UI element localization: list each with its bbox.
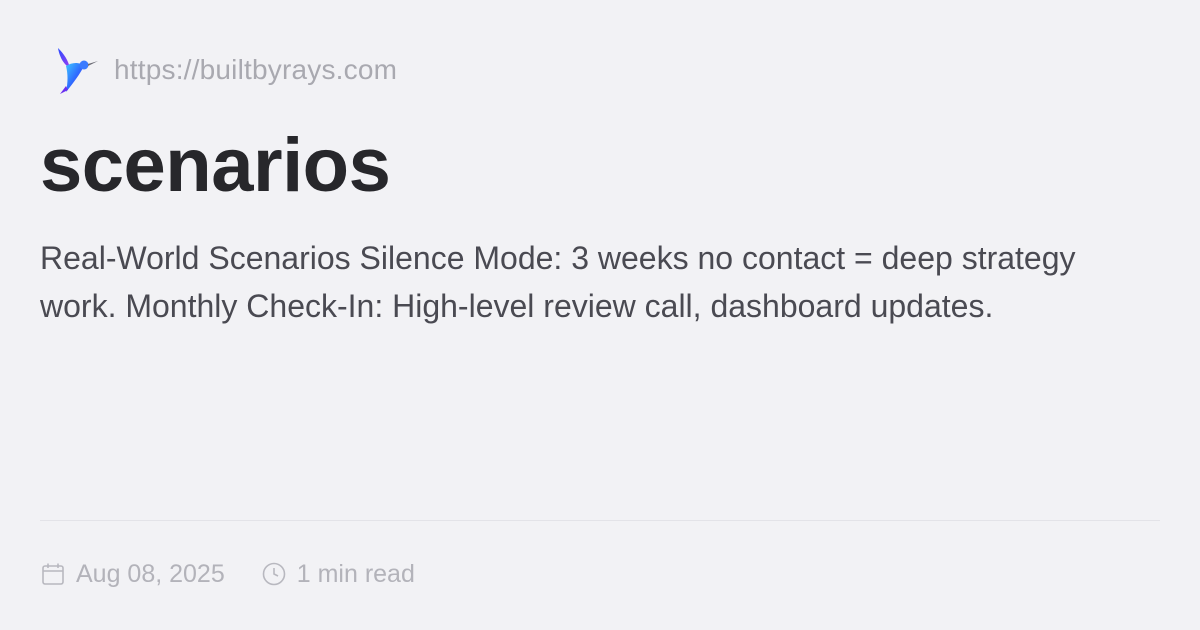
calendar-icon xyxy=(42,563,64,585)
hummingbird-icon xyxy=(58,48,98,94)
read-time-text: 1 min read xyxy=(296,559,415,588)
divider xyxy=(40,520,1160,521)
share-card: https://builtbyrays.com scenarios Real-W… xyxy=(0,0,1200,630)
site-header: https://builtbyrays.com xyxy=(48,44,397,96)
clock-icon xyxy=(262,562,286,586)
site-url[interactable]: https://builtbyrays.com xyxy=(114,54,397,86)
read-time: 1 min read xyxy=(261,560,415,589)
post-meta: Aug 08, 2025 1 min read xyxy=(40,556,451,592)
post-date-text: Aug 08, 2025 xyxy=(76,559,225,588)
post-description: Real-World Scenarios Silence Mode: 3 wee… xyxy=(40,240,1076,324)
post-date: Aug 08, 2025 xyxy=(40,560,225,589)
post-title: scenarios xyxy=(40,123,391,208)
